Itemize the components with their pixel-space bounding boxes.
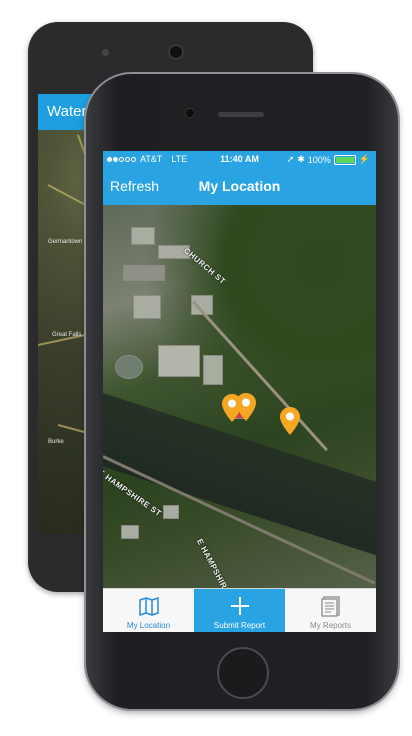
status-bar: AT&T LTE 11:40 AM ➚ ✱ 100% ⚡	[103, 151, 376, 167]
front-camera	[185, 108, 195, 118]
map-label-burke: Burke	[48, 439, 64, 445]
satellite-map[interactable]: CHURCH ST E HAMPSHIRE ST E HAMPSHIRE ST	[103, 205, 376, 588]
street-label-church: CHURCH ST	[182, 246, 228, 287]
battery-percent: 100%	[307, 154, 331, 165]
android-camera	[168, 44, 184, 60]
tab-bar: My Location Submit Report My Reports	[103, 588, 376, 632]
home-button[interactable]	[217, 647, 269, 699]
refresh-button[interactable]: Refresh	[110, 178, 159, 194]
map-label-great-falls: Great Falls	[52, 332, 82, 338]
tab-my-reports-label: My Reports	[310, 621, 351, 630]
battery-icon	[333, 154, 356, 165]
street-label-hampshire-2: E HAMPSHIRE ST	[195, 537, 239, 588]
map-pin-2-icon[interactable]	[235, 392, 257, 422]
earpiece-speaker	[218, 112, 264, 117]
reports-icon	[321, 596, 340, 617]
tab-my-reports[interactable]: My Reports	[285, 589, 376, 632]
charging-icon: ⚡	[358, 154, 370, 164]
tab-submit-report-label: Submit Report	[213, 621, 266, 630]
map-pin-3-icon[interactable]	[279, 406, 301, 436]
android-app-title: Water	[47, 103, 87, 120]
iphone-screen: AT&T LTE 11:40 AM ➚ ✱ 100% ⚡ Refresh My …	[103, 151, 376, 632]
bluetooth-icon: ✱	[297, 154, 305, 164]
tab-submit-report[interactable]: Submit Report	[194, 589, 285, 632]
android-sensor	[102, 49, 109, 56]
tab-my-location[interactable]: My Location	[103, 589, 194, 632]
map-label-germantown: Germantown	[48, 239, 83, 245]
nav-bar: Refresh My Location	[103, 167, 376, 205]
tab-my-location-label: My Location	[126, 621, 171, 630]
plus-icon	[231, 597, 249, 615]
iphone-device: AT&T LTE 11:40 AM ➚ ✱ 100% ⚡ Refresh My …	[86, 74, 398, 709]
location-arrow-icon: ➚	[286, 154, 295, 164]
map-icon	[139, 597, 159, 616]
